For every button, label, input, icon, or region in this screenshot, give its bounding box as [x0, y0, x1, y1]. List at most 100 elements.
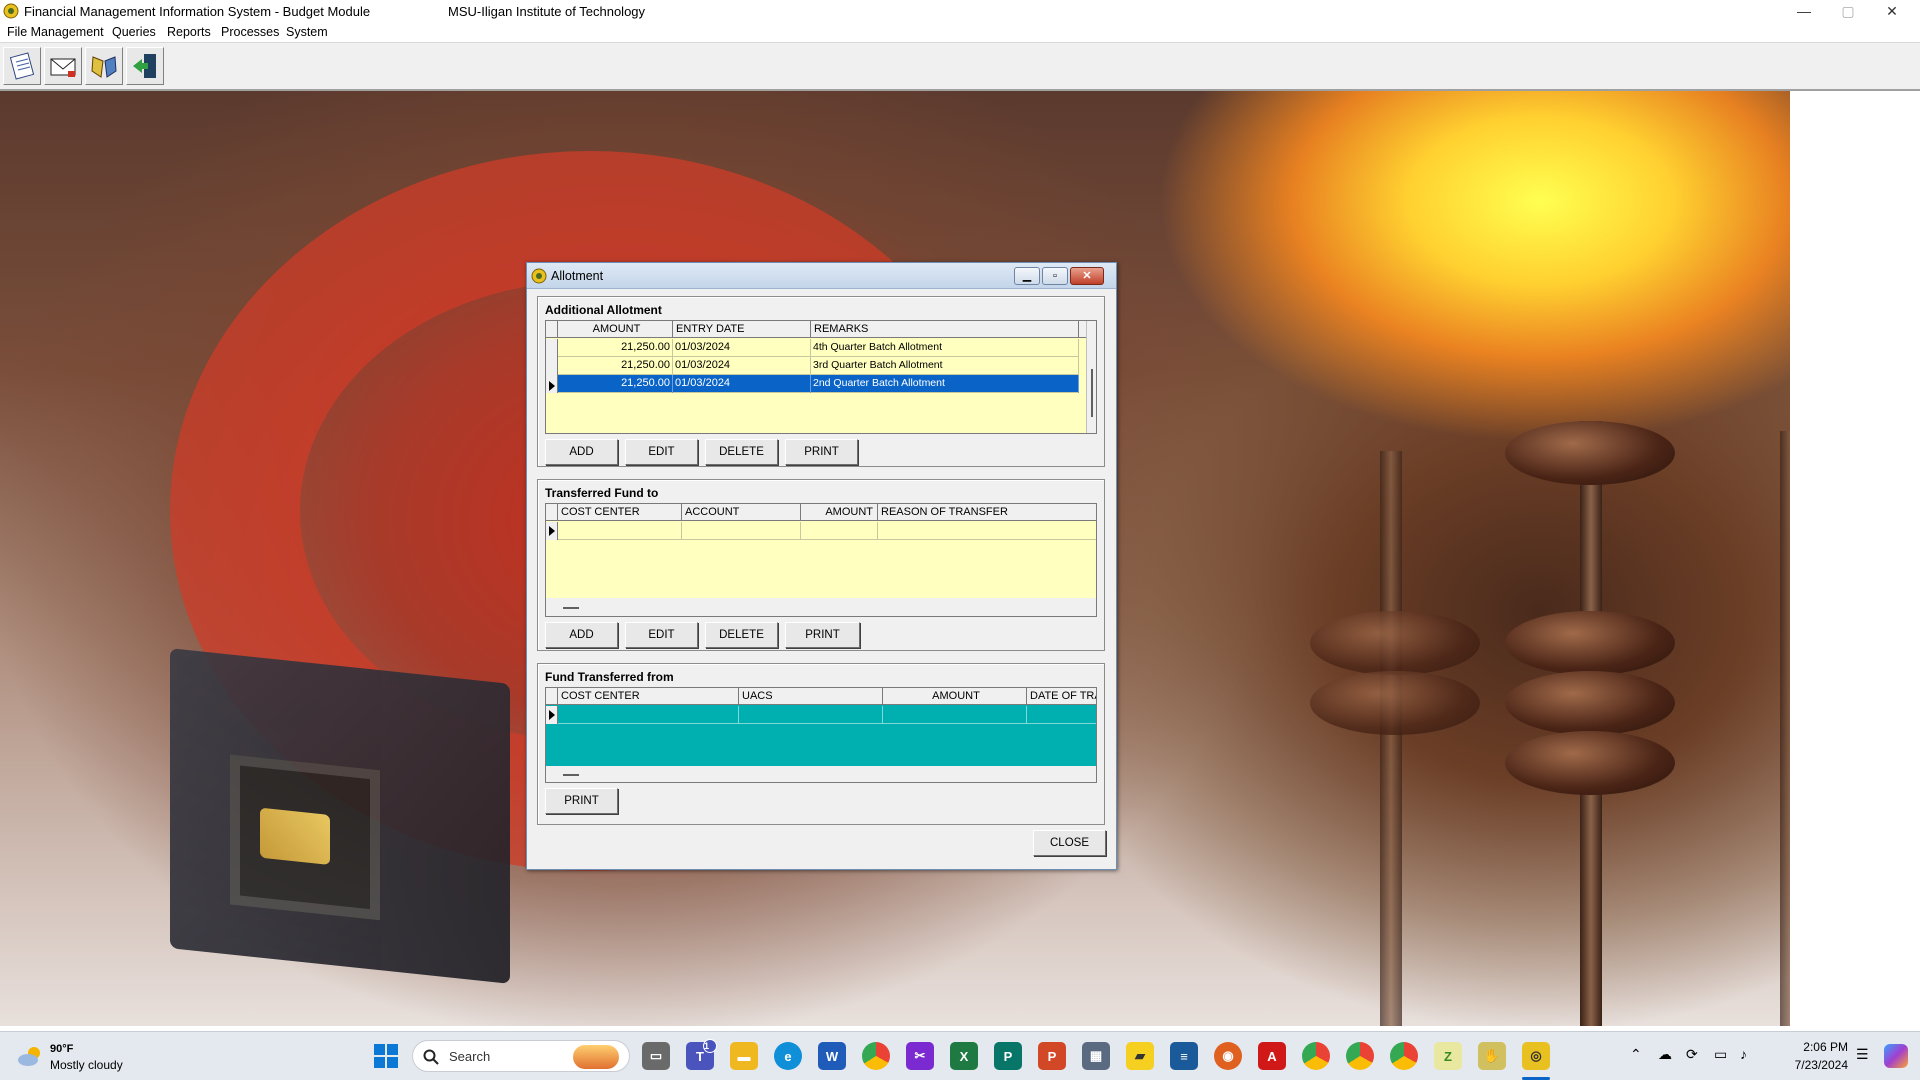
minimize-button[interactable]: — [1782, 0, 1826, 22]
file-explorer-icon[interactable]: ▬ [730, 1042, 758, 1070]
col-account[interactable]: ACCOUNT [682, 504, 801, 521]
scanner-icon[interactable]: ≡ [1170, 1042, 1198, 1070]
fund-transferred-from-group: Fund Transferred from COST CENTER UACS A… [537, 663, 1105, 825]
grid-header: AMOUNT ENTRY DATE REMARKS [546, 321, 1086, 338]
col-amount[interactable]: AMOUNT [558, 321, 673, 338]
col-remarks[interactable]: REMARKS [811, 321, 1079, 338]
notifications-icon[interactable]: ☰ [1856, 1046, 1869, 1063]
col-uacs[interactable]: UACS [739, 688, 883, 705]
transferred-fund-to-group: Transferred Fund to COST CENTER ACCOUNT … [537, 479, 1105, 651]
delete-button[interactable]: DELETE [705, 439, 778, 465]
col-entry-date[interactable]: ENTRY DATE [673, 321, 811, 338]
add-button[interactable]: ADD [545, 439, 618, 465]
horizontal-scrollbar[interactable] [546, 766, 1096, 782]
col-amount[interactable]: AMOUNT [883, 688, 1027, 705]
edit-button[interactable]: EDIT [625, 622, 698, 648]
chrome-profile-icon[interactable] [1390, 1042, 1418, 1070]
notepad-icon[interactable] [3, 47, 41, 85]
group-title: Transferred Fund to [545, 486, 659, 500]
clock-date[interactable]: 7/23/2024 [1778, 1058, 1848, 1072]
menu-processes[interactable]: Processes [221, 25, 279, 39]
scrollbar-thumb[interactable] [1091, 369, 1093, 417]
acrobat-icon[interactable]: A [1258, 1042, 1286, 1070]
close-dialog-button[interactable]: CLOSE [1033, 830, 1106, 856]
weather-desc[interactable]: Mostly cloudy [50, 1058, 123, 1072]
task-view-icon[interactable]: ▭ [642, 1042, 670, 1070]
horizontal-scrollbar[interactable] [546, 598, 1096, 616]
delete-button[interactable]: DELETE [705, 622, 778, 648]
col-cost-center[interactable]: COST CENTER [558, 688, 739, 705]
snipping-tool-icon[interactable]: ✂ [906, 1042, 934, 1070]
add-button[interactable]: ADD [545, 622, 618, 648]
close-button[interactable]: ✕ [1870, 0, 1914, 22]
calculator-icon[interactable]: ▦ [1082, 1042, 1110, 1070]
table-row[interactable]: 21,250.00 01/03/2024 3rd Quarter Batch A… [558, 357, 1079, 375]
app-logo-icon [531, 268, 547, 284]
zotero-icon[interactable]: Z [1434, 1042, 1462, 1070]
teams-icon[interactable]: T1 [686, 1039, 717, 1070]
menu-reports[interactable]: Reports [167, 25, 211, 39]
col-reason-of-transfer[interactable]: REASON OF TRANSFER [878, 504, 1096, 521]
additional-allotment-grid[interactable]: AMOUNT ENTRY DATE REMARKS 21,250.00 01/0… [545, 320, 1097, 434]
taskbar-search-box[interactable]: Search [412, 1040, 630, 1072]
chevron-up-icon[interactable]: ⌃ [1630, 1046, 1642, 1063]
table-row-selected[interactable]: 21,250.00 01/03/2024 2nd Quarter Batch A… [558, 375, 1079, 393]
edge-icon[interactable]: e [774, 1042, 802, 1070]
menu-system[interactable]: System [286, 25, 328, 39]
col-date-of-transfer[interactable]: DATE OF TRA [1027, 688, 1096, 705]
start-windows-icon[interactable] [374, 1044, 398, 1068]
table-row[interactable]: 21,250.00 01/03/2024 4th Quarter Batch A… [558, 339, 1079, 357]
maximize-button[interactable]: ▢ [1826, 0, 1870, 22]
publisher-icon[interactable]: P [994, 1042, 1022, 1070]
print-button[interactable]: PRINT [545, 788, 618, 814]
col-cost-center[interactable]: COST CENTER [558, 504, 682, 521]
copilot-icon[interactable] [1884, 1044, 1908, 1068]
toolbar [0, 43, 1920, 91]
exit-door-icon[interactable] [126, 47, 164, 85]
volume-icon[interactable]: ♪ [1740, 1046, 1747, 1062]
vertical-scrollbar[interactable] [1086, 321, 1096, 433]
cell-amount: 21,250.00 [558, 339, 673, 357]
powerpoint-icon[interactable]: P [1038, 1042, 1066, 1070]
print-button[interactable]: PRINT [785, 439, 858, 465]
weather-temp[interactable]: 90°F [50, 1043, 73, 1055]
chrome-profile-icon[interactable] [1346, 1042, 1374, 1070]
clock-time[interactable]: 2:06 PM [1788, 1040, 1848, 1054]
safe-image [170, 648, 510, 984]
mail-icon[interactable] [44, 47, 82, 85]
table-row-empty[interactable] [558, 706, 1096, 724]
weather-cloud-icon[interactable] [16, 1044, 44, 1068]
fund-transferred-from-grid[interactable]: COST CENTER UACS AMOUNT DATE OF TRA [545, 687, 1097, 783]
chrome-icon[interactable] [862, 1042, 890, 1070]
dialog-minimize-button[interactable]: ▁ [1014, 267, 1040, 285]
dialog-titlebar: Allotment ▁ ▫ ✕ [527, 263, 1116, 289]
sticky-notes-icon[interactable]: ▰ [1126, 1042, 1154, 1070]
col-amount[interactable]: AMOUNT [801, 504, 878, 521]
table-row-empty[interactable] [558, 522, 1096, 540]
word-icon[interactable]: W [818, 1042, 846, 1070]
cell-date: 01/03/2024 [673, 357, 811, 375]
mdi-background: Allotment ▁ ▫ ✕ Additional Allotment AMO… [0, 91, 1920, 1031]
onedrive-icon[interactable]: ☁ [1658, 1046, 1672, 1063]
cell-amount: 21,250.00 [558, 375, 673, 393]
handshake-icon[interactable] [85, 47, 123, 85]
menu-file-management[interactable]: File Management [7, 25, 104, 39]
allotment-dialog: Allotment ▁ ▫ ✕ Additional Allotment AMO… [526, 262, 1117, 870]
cell-remarks: 3rd Quarter Batch Allotment [811, 357, 1079, 375]
handshake-app-icon[interactable]: ✋ [1478, 1042, 1506, 1070]
edit-button[interactable]: EDIT [625, 439, 698, 465]
menu-queries[interactable]: Queries [112, 25, 156, 39]
app-title: Financial Management Information System … [24, 4, 371, 19]
dialog-maximize-button[interactable]: ▫ [1042, 267, 1068, 285]
sync-icon[interactable]: ⟳ [1686, 1046, 1698, 1063]
app-titlebar: Financial Management Information System … [0, 0, 1920, 22]
excel-icon[interactable]: X [950, 1042, 978, 1070]
network-icon[interactable]: ▭ [1714, 1046, 1727, 1063]
dialog-close-button[interactable]: ✕ [1070, 267, 1104, 285]
print-button[interactable]: PRINT [785, 622, 860, 648]
fmis-app-icon[interactable]: ◎ [1522, 1042, 1550, 1070]
firefox-icon[interactable]: ◉ [1214, 1042, 1242, 1070]
transferred-fund-to-grid[interactable]: COST CENTER ACCOUNT AMOUNT REASON OF TRA… [545, 503, 1097, 617]
menu-bar: File Management Queries Reports Processe… [0, 22, 1920, 43]
chrome-profile-icon[interactable] [1302, 1042, 1330, 1070]
